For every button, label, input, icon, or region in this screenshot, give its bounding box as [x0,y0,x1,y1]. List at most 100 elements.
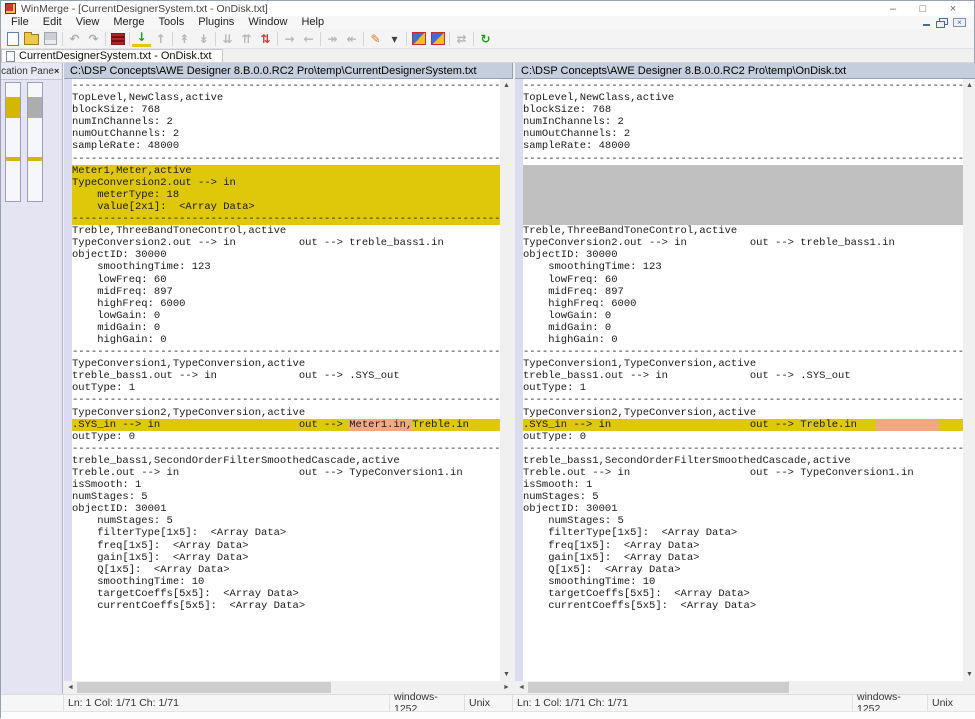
redo-icon[interactable]: ↷ [84,30,103,47]
location-mark-diff[interactable] [6,97,20,118]
left-editor[interactable]: ----------------------------------------… [64,79,513,681]
left-encoding[interactable]: windows-1252 [390,695,465,711]
code-line: lowFreq: 60 [523,274,963,286]
left-pane-status: Ln: 1 Col: 1/71 Ch: 1/71 windows-1252 Un… [64,695,513,711]
location-pane: Location Pane × [1,63,63,694]
code-line: TopLevel,NewClass,active [523,92,963,104]
left-editor-text[interactable]: ----------------------------------------… [72,80,500,681]
code-line: gain[1x5]: <Array Data> [523,552,963,564]
location-bar-left[interactable] [5,82,21,202]
code-line: TypeConversion2,TypeConversion,active [523,407,963,419]
menu-file[interactable]: File [4,16,36,29]
right-encoding[interactable]: windows-1252 [853,695,928,711]
scroll-up-icon[interactable]: ▲ [500,79,513,92]
save-icon[interactable] [41,30,60,47]
previous-conflict-icon[interactable]: ⇈ [237,30,256,47]
mdi-minimize-icon[interactable] [921,18,932,27]
code-line: treble_bass1.out --> in out --> .SYS_out [72,370,500,382]
merge-mode-dropdown-icon[interactable]: ▾ [385,30,404,47]
code-line: objectID: 30000 [72,249,500,261]
scroll-down-icon[interactable]: ▼ [963,668,975,681]
menu-help[interactable]: Help [294,16,331,29]
scroll-right-icon[interactable]: ► [500,681,513,694]
new-file-icon[interactable] [3,30,22,47]
left-pane: C:\DSP Concepts\AWE Designer 8.B.0.0.RC2… [64,63,513,694]
toolbar-separator [406,32,407,46]
menu-window[interactable]: Window [241,16,294,29]
right-vertical-scrollbar[interactable]: ▲ ▼ [963,79,975,681]
maximize-button[interactable]: □ [908,2,938,16]
code-line: TypeConversion2.out --> in out --> trebl… [523,237,963,249]
next-difference-icon[interactable]: ↓ [132,30,151,47]
mdi-restore-icon[interactable] [936,18,949,28]
scroll-left-icon[interactable]: ◄ [64,681,77,694]
menu-plugins[interactable]: Plugins [191,16,241,29]
code-line: numStages: 5 [72,491,500,503]
left-hscroll-thumb[interactable] [77,682,331,693]
undo-icon[interactable]: ↶ [65,30,84,47]
open-icon[interactable] [22,30,41,47]
select-line-difference-icon[interactable]: ⇅ [256,30,275,47]
minimize-button[interactable]: – [878,2,908,16]
menu-edit[interactable]: Edit [36,16,69,29]
copy-right-and-advance-icon[interactable]: ↠ [323,30,342,47]
code-line: ----------------------------------------… [523,153,963,165]
location-pane-close-icon[interactable]: × [54,66,59,76]
close-button[interactable]: × [938,2,968,16]
swap-panes-icon[interactable]: ⇄ [452,30,471,47]
menu-merge[interactable]: Merge [106,16,151,29]
copy-left-icon[interactable]: ← [299,30,318,47]
copy-all-left-icon[interactable] [428,30,447,47]
toolbar-separator [215,32,216,46]
diff-line: value[2x1]: <Array Data> [72,201,500,213]
copy-all-right-icon[interactable] [409,30,428,47]
right-editor-text[interactable]: ----------------------------------------… [523,80,963,681]
location-pane-title: Location Pane [1,66,54,77]
scroll-up-icon[interactable]: ▲ [963,79,975,92]
code-line: objectID: 30000 [523,249,963,261]
location-mark-diff[interactable] [28,157,42,161]
scroll-down-icon[interactable]: ▼ [500,668,513,681]
diff-line: ----------------------------------------… [72,213,500,225]
code-line: TopLevel,NewClass,active [72,92,500,104]
last-difference-icon[interactable]: ↡ [194,30,213,47]
code-line: midFreq: 897 [523,286,963,298]
location-mark-missing[interactable] [28,97,42,118]
auto-merge-icon[interactable]: ✎ [366,30,385,47]
copy-left-and-advance-icon[interactable]: ↞ [342,30,361,47]
location-bar-right[interactable] [27,82,43,202]
location-mark-diff[interactable] [6,157,20,161]
code-line: TypeConversion1,TypeConversion,active [523,358,963,370]
code-line: isSmooth: 1 [523,479,963,491]
code-line: ----------------------------------------… [72,153,500,165]
code-line: numStages: 5 [523,515,963,527]
left-eol-style[interactable]: Unix [465,695,513,711]
mdi-close-icon[interactable]: × [953,18,966,27]
left-vertical-scrollbar[interactable]: ▲ ▼ [500,79,513,681]
copy-right-icon[interactable]: → [280,30,299,47]
right-editor[interactable]: ----------------------------------------… [515,79,975,681]
toolbar-separator [172,32,173,46]
menu-view[interactable]: View [69,16,107,29]
previous-difference-icon[interactable]: ↑ [151,30,170,47]
scrollbar-corner [963,681,975,694]
toolbar-separator [277,32,278,46]
scroll-left-icon[interactable]: ◄ [515,681,528,694]
menu-items: FileEditViewMergeToolsPluginsWindowHelp [1,16,331,29]
winmerge-window: WinMerge - [CurrentDesignerSystem.txt - … [0,0,975,718]
right-hscroll-thumb[interactable] [528,682,789,693]
right-eol-style[interactable]: Unix [928,695,975,711]
options-icon[interactable] [108,30,127,47]
code-line: Treble.out --> in out --> TypeConversion… [72,467,500,479]
code-line: ----------------------------------------… [72,80,500,92]
tab-bar: CurrentDesignerSystem.txt - OnDisk.txt [1,49,974,63]
first-difference-icon[interactable]: ↟ [175,30,194,47]
code-line: Treble.out --> in out --> TypeConversion… [523,467,963,479]
next-conflict-icon[interactable]: ⇊ [218,30,237,47]
menu-tools[interactable]: Tools [152,16,192,29]
toolbar-separator [129,32,130,46]
code-line: highGain: 0 [523,334,963,346]
diff-line: Meter1,Meter,active [72,165,500,177]
tab-comparison[interactable]: CurrentDesignerSystem.txt - OnDisk.txt [1,49,223,62]
refresh-icon[interactable]: ↻ [476,30,495,47]
